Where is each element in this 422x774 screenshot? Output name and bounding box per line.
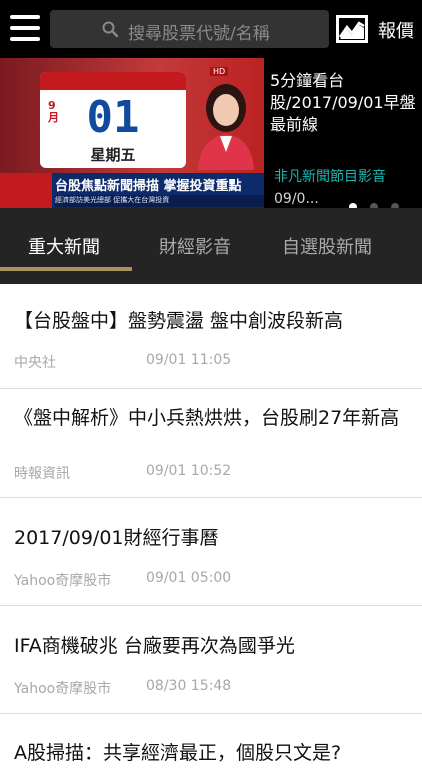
news-item[interactable]: IFA商機破兆 台廠要再次為國爭光 Yahoo奇摩股市 08/30 15:48 [0,606,422,714]
news-time: 09/01 05:00 [146,570,232,586]
hamburger-menu-icon[interactable] [10,15,40,41]
news-time: 09/01 10:52 [146,463,232,479]
banner-title[interactable]: 5分鐘看台股/2017/09/01早盤最前線 [270,70,418,136]
search-placeholder: 搜尋股票代號/名稱 [128,24,270,44]
quote-label: 報價 [378,21,414,42]
stock-chart-icon [336,15,368,43]
news-ticker: 台股焦點新聞掃描 掌握投資重點 經濟部訪美光總部 促攜大在台灣投資 [0,173,264,208]
tab-watchlist-news[interactable]: 自選股新聞 [282,233,372,259]
news-item[interactable]: A股掃描：共享經濟最正，個股只文是? [0,714,422,774]
news-source: Yahoo奇摩股市 [14,681,112,697]
news-source: 中央社 [14,355,56,371]
tab-major-news[interactable]: 重大新聞 [28,233,100,259]
tab-indicator [0,267,132,271]
news-title: IFA商機破兆 台廠要再次為國爭光 [14,635,295,657]
news-time: 09/01 11:05 [146,352,232,368]
news-title: A股掃描：共享經濟最正，個股只文是? [14,742,342,764]
tab-finance-video[interactable]: 財經影音 [159,233,231,259]
carousel-dots [349,196,412,211]
news-anchor-image [198,84,254,170]
top-bar: 搜尋股票代號/名稱 報價 [0,0,422,58]
news-title: 2017/09/01財經行事曆 [14,527,219,549]
tab-bar: 重大新聞 財經影音 自選股新聞 [0,208,422,284]
ticker-logo [0,173,52,208]
calendar-graphic: 9月 01 星期五 [40,72,186,168]
calendar-day: 01 [86,92,140,143]
ticker-headline: 台股焦點新聞掃描 掌握投資重點 [55,179,242,194]
news-list: 【台股盤中】盤勢震盪 盤中創波段新高 中央社 09/01 11:05 《盤中解析… [0,284,422,774]
news-source: Yahoo奇摩股市 [14,573,112,589]
news-source: 時報資訊 [14,466,70,482]
video-thumbnail[interactable]: HD 9月 01 星期五 台股焦點新聞掃描 掌握投資重點 經濟部訪美光總部 促攜… [0,58,264,208]
calendar-weekday: 星期五 [90,146,136,164]
news-time: 08/30 15:48 [146,678,232,694]
quote-button[interactable]: 報價 [336,10,422,48]
channel-logo: HD [210,67,229,76]
news-item[interactable]: 《盤中解析》中小兵熱烘烘，台股刷27年新高 時報資訊 09/01 10:52 [0,389,422,498]
video-banner[interactable]: HD 9月 01 星期五 台股焦點新聞掃描 掌握投資重點 經濟部訪美光總部 促攜… [0,58,422,211]
news-item[interactable]: 【台股盤中】盤勢震盪 盤中創波段新高 中央社 09/01 11:05 [0,284,422,389]
banner-date: 09/0... [274,191,319,207]
search-icon [102,21,118,37]
news-item[interactable]: 2017/09/01財經行事曆 Yahoo奇摩股市 09/01 05:00 [0,498,422,606]
search-input[interactable]: 搜尋股票代號/名稱 [50,10,329,48]
news-title: 【台股盤中】盤勢震盪 盤中創波段新高 [14,310,344,332]
ticker-subline: 經濟部訪美光總部 促攜大在台灣投資 [55,195,264,207]
banner-source: 非凡新聞節目影音 [274,169,386,185]
news-title: 《盤中解析》中小兵熱烘烘，台股刷27年新高 [14,407,400,429]
